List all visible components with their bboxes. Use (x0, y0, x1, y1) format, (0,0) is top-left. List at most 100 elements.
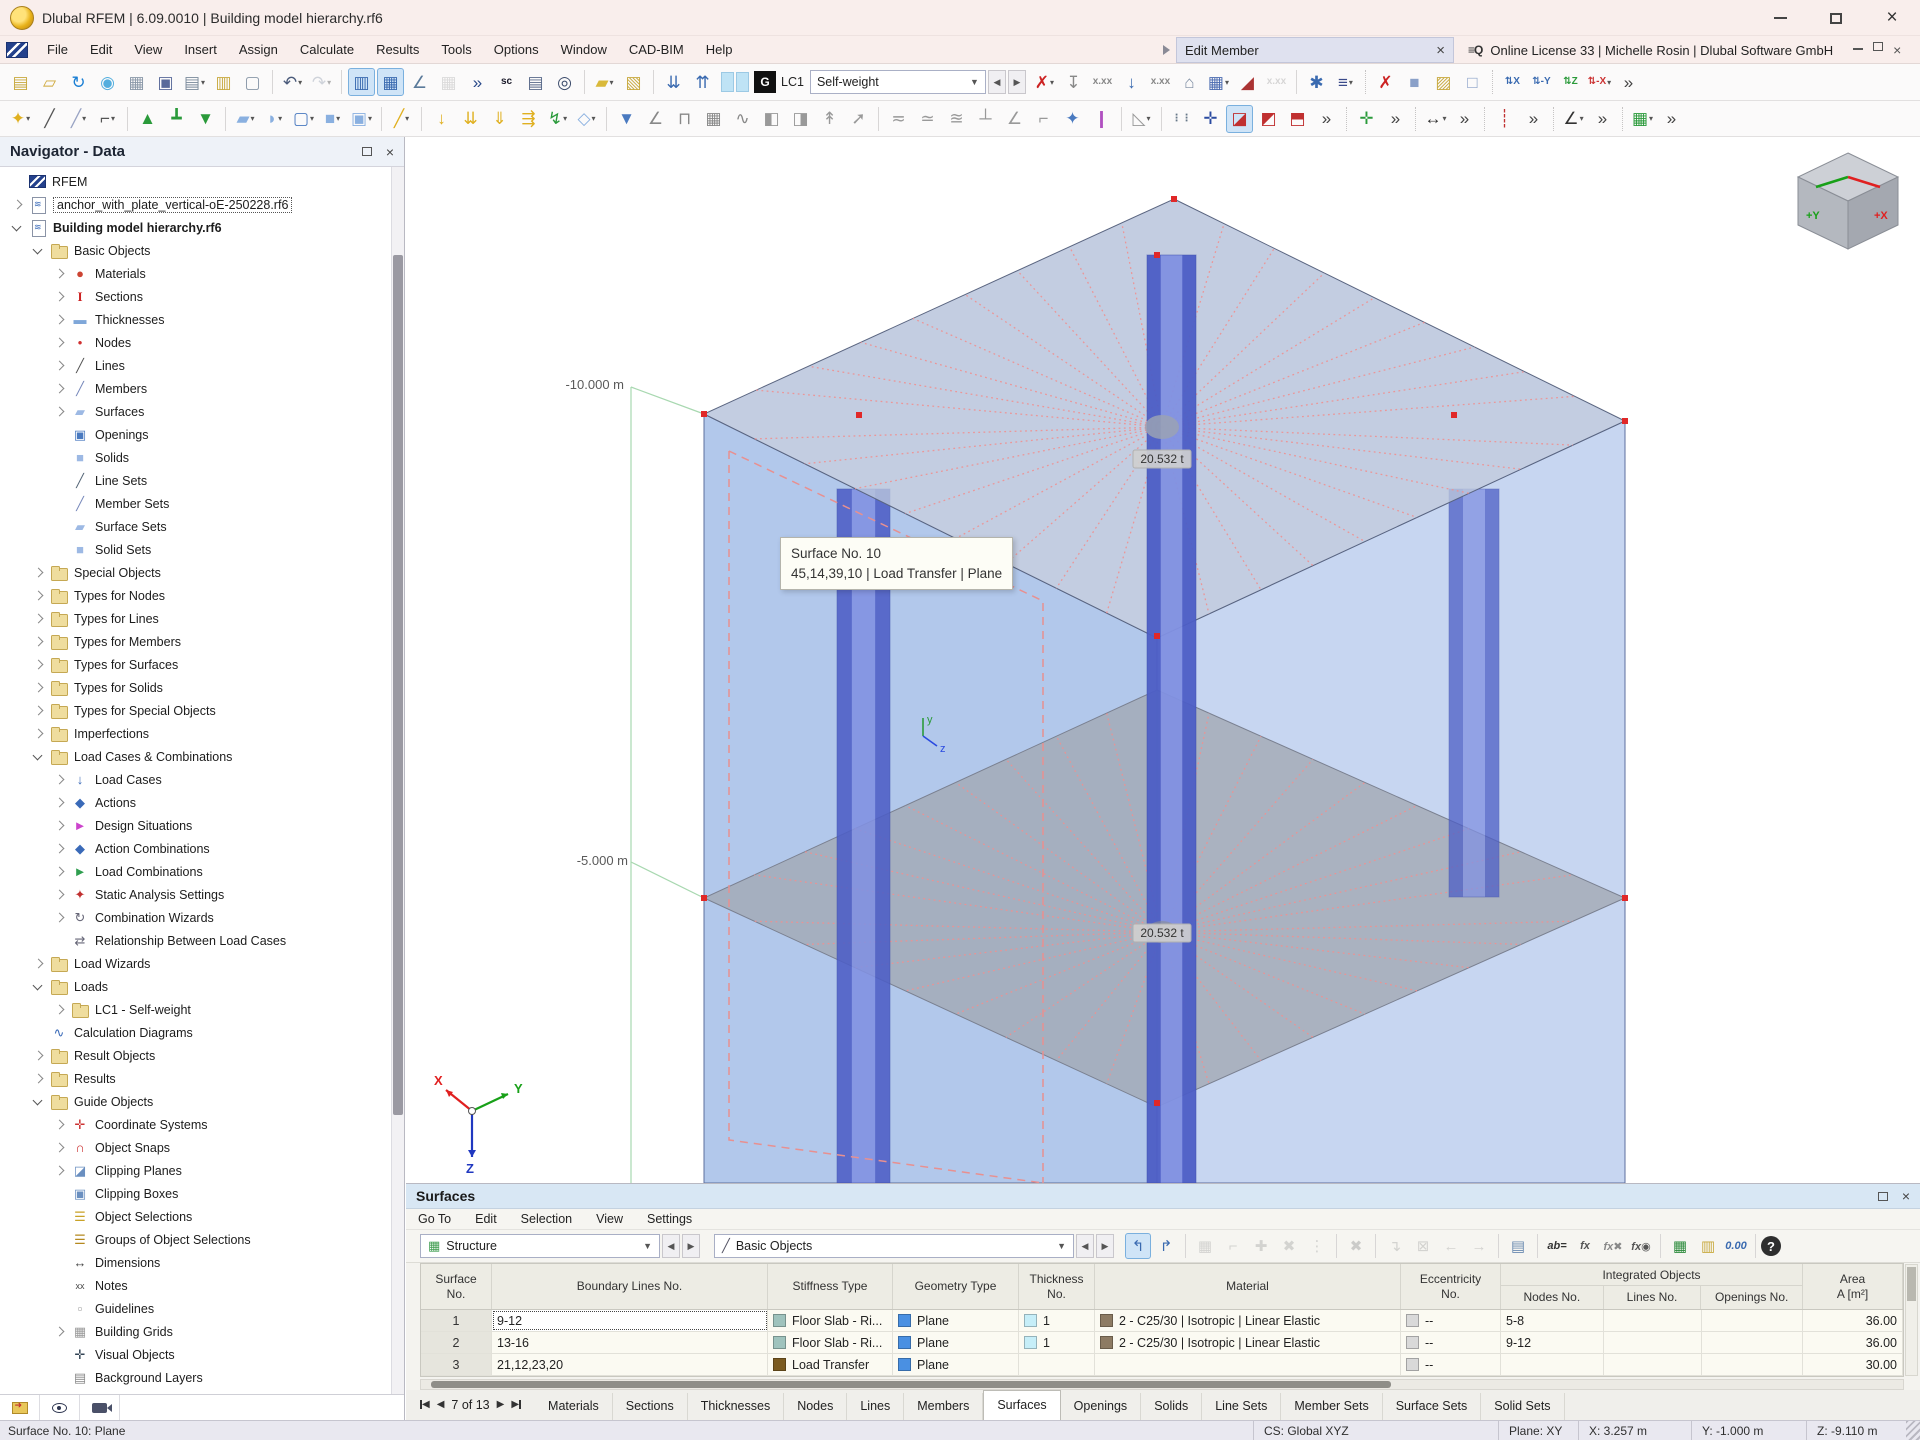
resize-grip[interactable] (1906, 1421, 1920, 1440)
expander-icon[interactable] (52, 1118, 66, 1132)
objects-select[interactable]: ╱Basic Objects▼ (714, 1234, 1074, 1258)
ramp-load-values-icon[interactable]: x.xx (1263, 68, 1290, 96)
tree-item-rfem[interactable]: RFEM (0, 170, 404, 193)
grid-points-icon[interactable]: ⋮⋮ (1168, 105, 1195, 133)
redo-icon[interactable]: ↷▾ (308, 68, 335, 96)
expander-icon[interactable] (52, 1003, 66, 1017)
cell-geometry[interactable]: Plane (893, 1310, 1019, 1331)
table-settings-icon[interactable]: ▤ (1505, 1233, 1531, 1259)
expander-icon[interactable] (31, 1049, 45, 1063)
expander-icon[interactable] (31, 658, 45, 672)
tree-item-surface-sets[interactable]: ▰Surface Sets (0, 515, 404, 538)
column-header-nodes[interactable]: Nodes No. (1501, 1286, 1604, 1309)
member-release-5-icon[interactable]: ∠ (1001, 105, 1028, 133)
new-line-i-icon[interactable]: ╱▾ (65, 105, 92, 133)
filter-loads-icon[interactable]: ✗▾ (1031, 68, 1058, 96)
building-story-icon[interactable]: ⌂ (1176, 68, 1203, 96)
tree-item-object-snaps[interactable]: ∩Object Snaps (0, 1136, 404, 1159)
menu-window[interactable]: Window (550, 38, 618, 61)
cell-stiffness[interactable]: Load Transfer (768, 1354, 893, 1375)
view-in-minus-x-icon[interactable]: ⇅-X▾ (1586, 68, 1613, 96)
column-header-stiffness[interactable]: Stiffness Type (768, 1264, 893, 1309)
tree-item-anchor-with-plate-vertical-oe-250228-rf6[interactable]: anchor_with_plate_vertical-oE-250228.rf6 (0, 193, 404, 216)
sheet-tab-openings[interactable]: Openings (1061, 1393, 1142, 1420)
new-shell-icon[interactable]: ◗▾ (261, 105, 288, 133)
navigator-float-icon[interactable] (362, 147, 372, 156)
expander-icon[interactable] (31, 1095, 45, 1109)
navigator-display-tab[interactable] (40, 1395, 80, 1420)
cell-material[interactable]: 2 - C25/30 | Isotropic | Linear Elastic (1095, 1310, 1401, 1331)
ramp-load-icon[interactable]: ◢ (1234, 68, 1261, 96)
expander-icon[interactable] (52, 819, 66, 833)
expander-icon[interactable] (31, 704, 45, 718)
tree-item-load-cases[interactable]: ↓Load Cases (0, 768, 404, 791)
cell-stiffness[interactable]: Floor Slab - Ri... (768, 1332, 893, 1353)
menu-assign[interactable]: Assign (228, 38, 289, 61)
zoom-reset-icon[interactable]: ✗ (1372, 68, 1399, 96)
tree-item-result-objects[interactable]: Result Objects (0, 1044, 404, 1067)
perspective-view-icon[interactable]: □ (1459, 68, 1486, 96)
load-values-icon[interactable]: x.xx (1089, 68, 1116, 96)
expander-icon[interactable] (52, 313, 66, 327)
cell-nodes[interactable]: 5-8 (1501, 1310, 1604, 1331)
member-release-3-icon[interactable]: ≊ (943, 105, 970, 133)
cell-no[interactable]: 1 (421, 1310, 492, 1331)
save-icon[interactable]: ▣ (152, 68, 179, 96)
expander-icon[interactable] (52, 359, 66, 373)
expander-icon[interactable] (52, 405, 66, 419)
tree-item-types-for-lines[interactable]: Types for Lines (0, 607, 404, 630)
surfaces-menu-selection[interactable]: Selection (509, 1212, 584, 1226)
result-diagram-icon[interactable]: ∠ (642, 105, 669, 133)
panel-float-icon[interactable] (1873, 42, 1883, 51)
sheet-tab-line-sets[interactable]: Line Sets (1202, 1393, 1281, 1420)
tree-item-notes[interactable]: xxNotes (0, 1274, 404, 1297)
toolbar1-overflow-icon[interactable]: » (1615, 68, 1642, 96)
load-transfer-up-icon[interactable]: ⇈ (689, 68, 716, 96)
surfaces-close-icon[interactable]: × (1902, 1188, 1910, 1204)
tree-item-basic-objects[interactable]: Basic Objects (0, 239, 404, 262)
result-table-icon[interactable]: ▦▾ (1629, 105, 1656, 133)
surfaces-menu-settings[interactable]: Settings (635, 1212, 704, 1226)
tree-item-background-layers[interactable]: ▤Background Layers (0, 1366, 404, 1389)
sheet-tab-materials[interactable]: Materials (535, 1393, 613, 1420)
move-left-icon[interactable]: ← (1438, 1233, 1464, 1259)
member-release-6-icon[interactable]: ⌐ (1030, 105, 1057, 133)
new-mesh-refinement-icon[interactable]: ▼ (192, 105, 219, 133)
cell-eccentricity[interactable]: -- (1401, 1332, 1501, 1353)
nodal-load-icon[interactable]: ↓ (1118, 68, 1145, 96)
new-printout-report-icon[interactable]: ▥ (210, 68, 237, 96)
render-mode-icon[interactable]: ◧ (758, 105, 785, 133)
tree-item-relationship-between-load-cases[interactable]: ⇄Relationship Between Load Cases (0, 929, 404, 952)
plumb-line-icon[interactable]: ❙ (1088, 105, 1115, 133)
cell-openings[interactable] (1702, 1310, 1803, 1331)
table-manager-icon[interactable]: ▤ (522, 68, 549, 96)
surfaces-menu-view[interactable]: View (584, 1212, 635, 1226)
sheet-tab-nodes[interactable]: Nodes (784, 1393, 847, 1420)
print-icon[interactable]: ▤▾ (181, 68, 208, 96)
new-line-icon[interactable]: ╱ (36, 105, 63, 133)
sheet-tab-solids[interactable]: Solids (1141, 1393, 1202, 1420)
menu-file[interactable]: File (36, 38, 79, 61)
column-header-material[interactable]: Material (1095, 1264, 1401, 1309)
member-load-values-icon[interactable]: x.xx (1147, 68, 1174, 96)
model-viewport[interactable]: 20.532 t20.532 tyzXYZ -10.000 m -5.000 m… (406, 137, 1920, 1183)
next-load-case-button[interactable]: ▶ (1008, 70, 1026, 94)
cell-lines[interactable] (1604, 1310, 1702, 1331)
expander-icon[interactable] (31, 750, 45, 764)
menu-view[interactable]: View (123, 38, 173, 61)
new-nodal-load-icon[interactable]: ↓ (428, 105, 455, 133)
expander-icon[interactable] (52, 267, 66, 281)
expander-icon[interactable] (31, 957, 45, 971)
column-header-thickness[interactable]: ThicknessNo. (1019, 1264, 1095, 1309)
new-nodal-support-icon[interactable]: ▲ (134, 105, 161, 133)
tables-disabled-icon[interactable]: ▦ (435, 68, 462, 96)
edit-member-tab[interactable]: Edit Member × (1176, 37, 1454, 63)
tree-item-line-sets[interactable]: ╱Line Sets (0, 469, 404, 492)
table-relation-icon[interactable]: ⌐ (1220, 1233, 1246, 1259)
tree-item-types-for-special-objects[interactable]: Types for Special Objects (0, 699, 404, 722)
edit-view-icon[interactable]: ▨ (1430, 68, 1457, 96)
new-member-support-icon[interactable]: ┻ (163, 105, 190, 133)
export-excel-icon[interactable]: ▦ (1667, 1233, 1693, 1259)
tree-item-combination-wizards[interactable]: ↻Combination Wizards (0, 906, 404, 929)
cell-eccentricity[interactable]: -- (1401, 1310, 1501, 1331)
